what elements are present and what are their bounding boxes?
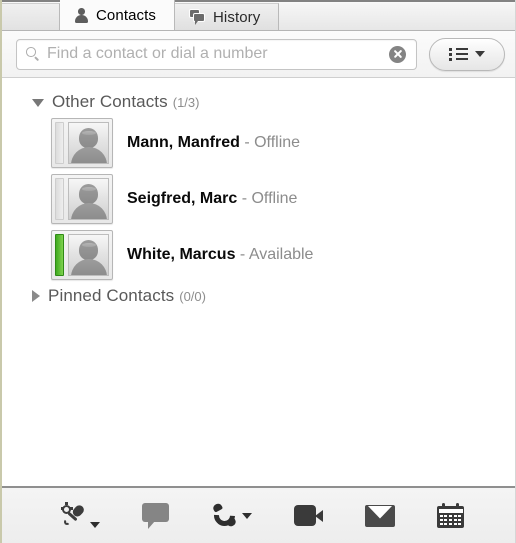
contact-separator: - xyxy=(237,190,252,208)
group-title: Other Contacts xyxy=(52,92,168,111)
contact-row[interactable]: Seigfred, Marc - Offline xyxy=(2,171,515,227)
list-view-icon xyxy=(449,47,468,61)
contact-name: Mann, Manfred xyxy=(127,134,240,152)
clear-search-icon[interactable] xyxy=(389,45,406,63)
search-icon xyxy=(26,47,40,62)
group-title: Pinned Contacts xyxy=(48,286,175,305)
group-header-other-contacts[interactable]: Other Contacts (1/3) xyxy=(2,89,515,115)
microphone-settings-icon xyxy=(60,502,86,528)
contact-list: Other Contacts (1/3) Mann, Manfred - Off… xyxy=(2,78,515,486)
contact-label: Seigfred, Marc - Offline xyxy=(127,190,297,208)
envelope-icon xyxy=(365,504,395,527)
contacts-window: Contacts History Find a contact or dial … xyxy=(0,0,516,543)
group-header-pinned-contacts[interactable]: Pinned Contacts (0/0) xyxy=(2,283,515,309)
view-options-button[interactable] xyxy=(429,37,505,71)
contact-status: Available xyxy=(248,246,314,264)
chevron-down-icon xyxy=(475,51,485,57)
contact-row[interactable]: White, Marcus - Available xyxy=(2,227,515,283)
contact-row[interactable]: Mann, Manfred - Offline xyxy=(2,115,515,171)
contact-label: White, Marcus - Available xyxy=(127,246,313,264)
tab-bar: Contacts History xyxy=(2,0,515,31)
contact-separator: - xyxy=(239,134,255,152)
disclosure-triangle-open-icon[interactable] xyxy=(32,99,44,107)
action-toolbar xyxy=(2,486,515,543)
chat-bubbles-icon xyxy=(189,9,206,26)
contact-status: Offline xyxy=(254,134,301,152)
email-button[interactable] xyxy=(365,499,395,533)
presence-indicator xyxy=(55,234,64,276)
tab-bar-filler xyxy=(279,3,515,30)
contact-name: White, Marcus xyxy=(127,246,236,264)
disclosure-triangle-closed-icon[interactable] xyxy=(32,290,40,302)
search-field[interactable] xyxy=(16,38,417,70)
avatar-photo xyxy=(68,122,109,164)
avatar xyxy=(51,230,113,280)
chevron-down-icon xyxy=(90,521,100,528)
tab-stub[interactable] xyxy=(2,3,60,30)
audio-settings-button[interactable] xyxy=(60,499,100,533)
tab-history[interactable]: History xyxy=(175,3,280,30)
presence-indicator xyxy=(55,122,64,164)
call-button[interactable] xyxy=(209,499,252,533)
contact-name: Seigfred, Marc xyxy=(127,190,238,208)
tab-contacts[interactable]: Contacts xyxy=(60,0,175,30)
tab-history-label: History xyxy=(213,8,261,26)
search-toolbar xyxy=(2,31,515,78)
group-count: (0/0) xyxy=(179,288,206,304)
video-call-button[interactable] xyxy=(294,499,323,533)
group-count: (1/3) xyxy=(172,94,200,110)
chat-button[interactable] xyxy=(142,499,170,533)
chevron-down-icon xyxy=(242,512,252,519)
tab-contacts-label: Contacts xyxy=(96,6,156,24)
person-icon xyxy=(74,7,89,23)
avatar-photo xyxy=(68,234,109,276)
avatar xyxy=(51,174,113,224)
phone-icon xyxy=(209,500,240,530)
contact-separator: - xyxy=(235,246,249,264)
search-input[interactable] xyxy=(47,45,383,63)
contact-label: Mann, Manfred - Offline xyxy=(127,134,300,152)
chat-bubble-icon xyxy=(142,502,170,529)
contact-status: Offline xyxy=(251,190,298,208)
schedule-meeting-button[interactable] xyxy=(437,499,464,533)
avatar-photo xyxy=(68,178,109,220)
avatar xyxy=(51,118,113,168)
video-camera-icon xyxy=(294,504,323,527)
calendar-icon xyxy=(437,503,464,528)
presence-indicator xyxy=(55,178,64,220)
